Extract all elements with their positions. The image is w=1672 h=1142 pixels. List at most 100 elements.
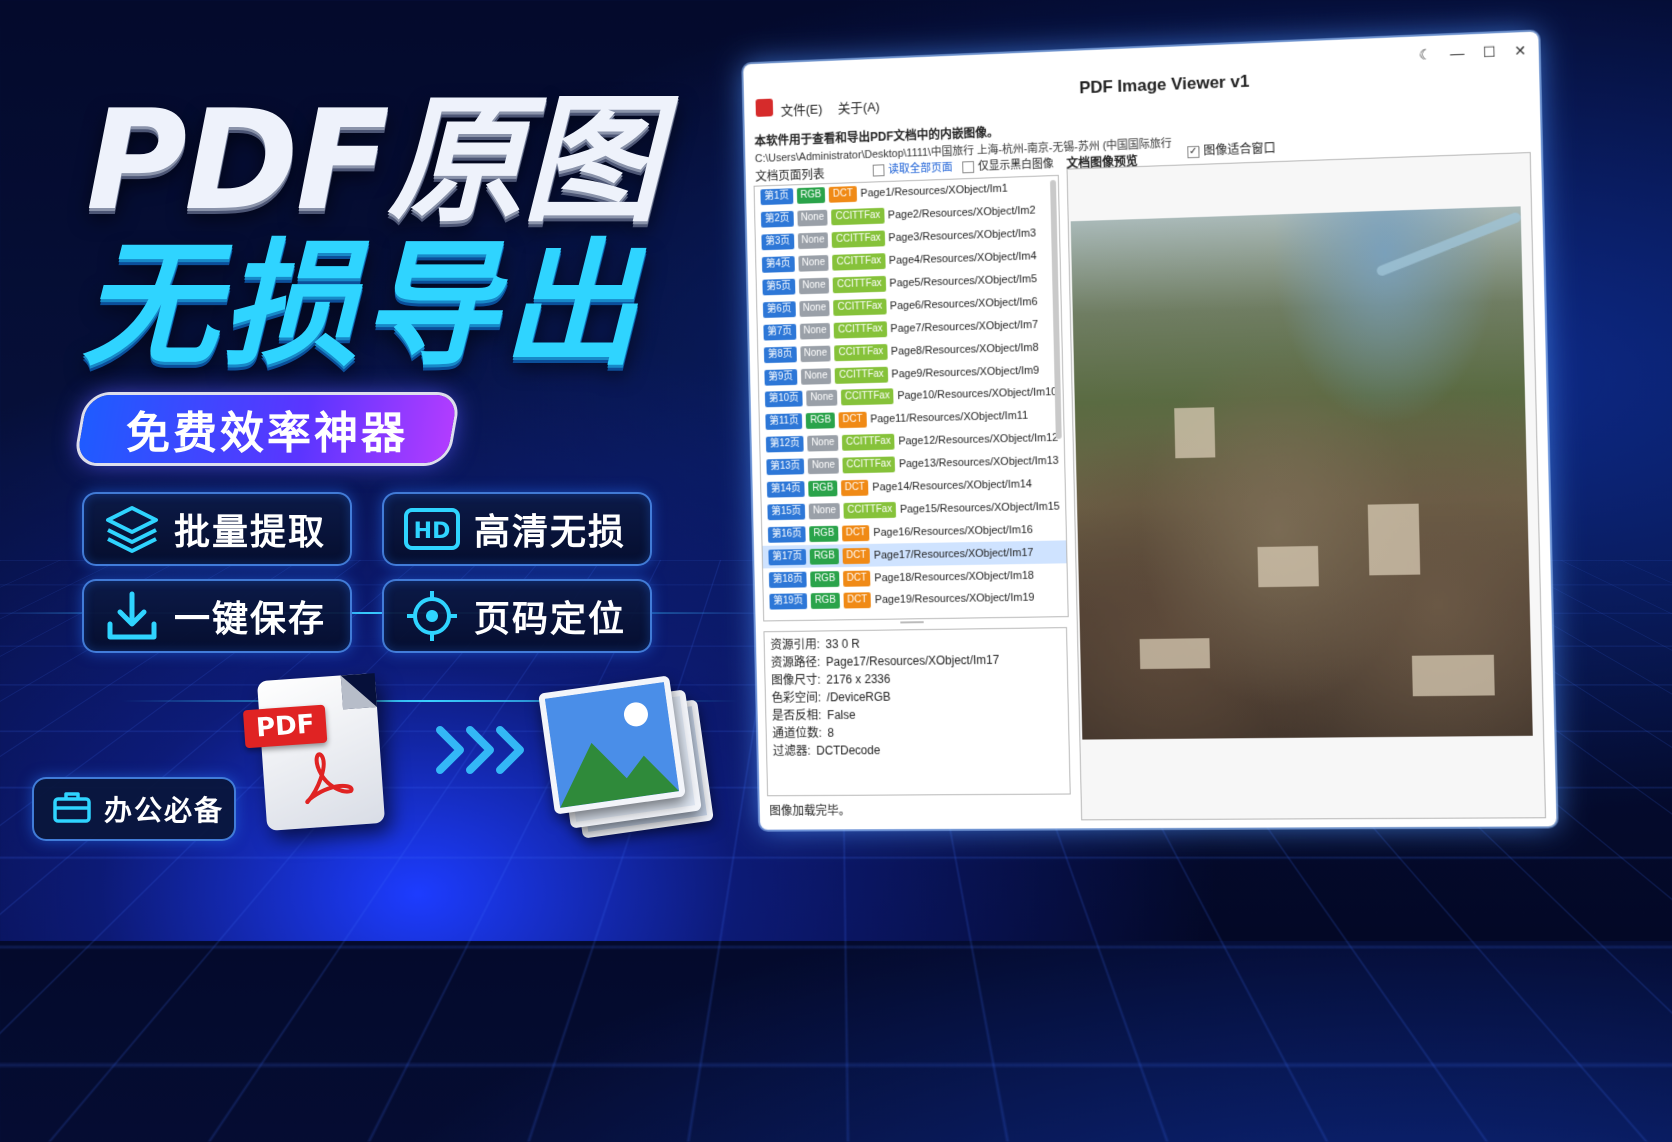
filter-tag: CCITTFax: [832, 230, 885, 249]
svg-text:HD: HD: [414, 519, 451, 544]
fit-window-checkbox[interactable]: ✓ 图像适合窗口: [1187, 139, 1276, 159]
filter-tag: DCT: [842, 570, 871, 587]
preview-building: [1139, 638, 1211, 670]
resource-path: Page16/Resources/XObject/Im16: [873, 523, 1034, 539]
page-tag: 第5页: [762, 278, 795, 296]
checkbox-box[interactable]: [872, 164, 885, 177]
read-all-label[interactable]: 读取全部页面: [888, 162, 953, 176]
resource-path: Page18/Resources/XObject/Im18: [874, 569, 1035, 584]
page-image-list[interactable]: 第1页 RGB DCT Page1/Resources/XObject/Im1 第2页 N…: [753, 174, 1069, 622]
bw-only-label: 仅显示黑白图像: [977, 158, 1054, 173]
hd-icon: HD: [402, 499, 462, 559]
tagline-pill: 免费效率神器: [76, 395, 458, 463]
image-info-panel: 资源引用: 33 0 R 资源路径: Page17/Resources/XObject…: [763, 627, 1071, 797]
colorspace-tag: RGB: [810, 593, 840, 610]
download-icon: [102, 586, 162, 646]
image-preview-pane[interactable]: [1066, 152, 1547, 821]
filter-tag: CCITTFax: [835, 366, 888, 384]
colorspace-tag: RGB: [796, 187, 826, 205]
resource-path: Page8/Resources/XObject/Im8: [890, 341, 1039, 358]
crosshair-icon: [402, 586, 462, 646]
colorspace-tag: None: [799, 322, 831, 340]
page-tag: 第15页: [767, 503, 806, 521]
preview-building: [1257, 545, 1319, 588]
status-bar: 图像加载完毕。: [769, 803, 851, 818]
resource-path: Page17/Resources/XObject/Im17: [873, 546, 1034, 562]
resource-path: Page3/Resources/XObject/Im3: [888, 227, 1037, 245]
bw-only-checkbox[interactable]: 仅显示黑白图像: [962, 155, 1054, 174]
resource-path: Page19/Resources/XObject/Im19: [874, 592, 1035, 607]
info-value: False: [827, 707, 856, 723]
pdf-tag: PDF: [242, 704, 328, 749]
filter-tag: DCT: [841, 524, 870, 542]
filter-tag: CCITTFax: [834, 343, 888, 361]
colorspace-tag: RGB: [809, 525, 839, 542]
resource-path: Page10/Resources/XObject/Im10: [897, 386, 1058, 403]
info-row: 过滤器: DCTDecode: [773, 740, 1069, 760]
maximize-icon[interactable]: ☐: [1483, 43, 1496, 61]
resource-path: Page6/Resources/XObject/Im6: [889, 295, 1038, 313]
page-tag: 第11页: [765, 413, 803, 431]
checkbox-box[interactable]: [962, 161, 975, 174]
badge-label: 办公必备: [104, 794, 225, 827]
image-stack-icon: [538, 675, 714, 839]
filter-tag: CCITTFax: [834, 321, 887, 339]
read-all-checkbox[interactable]: 读取全部页面: [872, 159, 953, 178]
preview-image: [1070, 206, 1533, 740]
preview-river: [1375, 211, 1523, 278]
feature-label: 页码定位: [474, 599, 627, 640]
colorspace-tag: None: [807, 435, 839, 452]
info-value: 33 0 R: [825, 636, 860, 652]
filter-tag: CCITTFax: [840, 388, 894, 406]
filter-tag: CCITTFax: [833, 275, 886, 294]
minimize-icon[interactable]: —: [1450, 45, 1465, 63]
info-value: 8: [827, 725, 835, 740]
feature-batch-extract: 批量提取: [82, 492, 352, 566]
info-value: 2176 x 2336: [826, 672, 891, 687]
page-tag: 第1页: [760, 188, 793, 206]
page-tag: 第12页: [765, 436, 804, 453]
colorspace-tag: None: [800, 367, 832, 385]
tagline-text: 免费效率神器: [126, 408, 408, 459]
page-tag: 第13页: [766, 458, 805, 476]
resource-path: Page4/Resources/XObject/Im4: [888, 250, 1037, 267]
page-tag: 第2页: [760, 211, 794, 229]
filter-tag: CCITTFax: [841, 433, 895, 451]
filter-tag: DCT: [838, 412, 867, 429]
filter-tag: DCT: [828, 186, 857, 204]
filter-tag: CCITTFax: [831, 208, 885, 226]
preview-building: [1411, 654, 1495, 697]
preview-building: [1174, 407, 1216, 459]
page-tag: 第16页: [767, 526, 806, 543]
close-icon[interactable]: ✕: [1514, 42, 1526, 60]
info-key: 资源路径:: [770, 655, 821, 670]
colorspace-tag: RGB: [810, 570, 840, 587]
feature-label: 一键保存: [174, 599, 327, 640]
page-tag: 第3页: [761, 233, 794, 251]
colorspace-tag: None: [808, 502, 840, 520]
colorspace-tag: None: [799, 345, 832, 362]
acrobat-icon: [305, 752, 354, 805]
page-tag: 第14页: [766, 481, 805, 498]
resource-path: Page1/Resources/XObject/Im1: [860, 183, 1008, 201]
layers-icon: [102, 499, 162, 559]
feature-hd-lossless: HD 高清无损: [382, 492, 652, 566]
page-tag: 第6页: [762, 301, 796, 318]
page-tag: 第18页: [768, 571, 807, 588]
colorspace-tag: None: [797, 232, 829, 250]
list-item[interactable]: 第19页 RGB DCT Page19/Resources/XObject/Im19: [764, 586, 1068, 613]
app-window: 文件(E) 关于(A) PDF Image Viewer v1 ☾ — ☐ ✕ …: [743, 31, 1557, 830]
colorspace-tag: None: [807, 457, 839, 475]
page-tag: 第4页: [761, 256, 795, 273]
colorspace-tag: RGB: [809, 548, 839, 565]
info-key: 图像尺寸:: [771, 672, 821, 688]
theme-toggle-icon[interactable]: ☾: [1419, 46, 1432, 64]
colorspace-tag: None: [796, 210, 829, 227]
info-key: 过滤器:: [772, 743, 811, 758]
info-value: /DeviceRGB: [826, 689, 891, 705]
pane-splitter[interactable]: [900, 621, 924, 624]
filter-tag: DCT: [843, 592, 872, 609]
feature-page-locate: 页码定位: [382, 579, 652, 653]
resource-path: Page2/Resources/XObject/Im2: [887, 204, 1036, 222]
checkbox-box[interactable]: ✓: [1187, 145, 1200, 159]
